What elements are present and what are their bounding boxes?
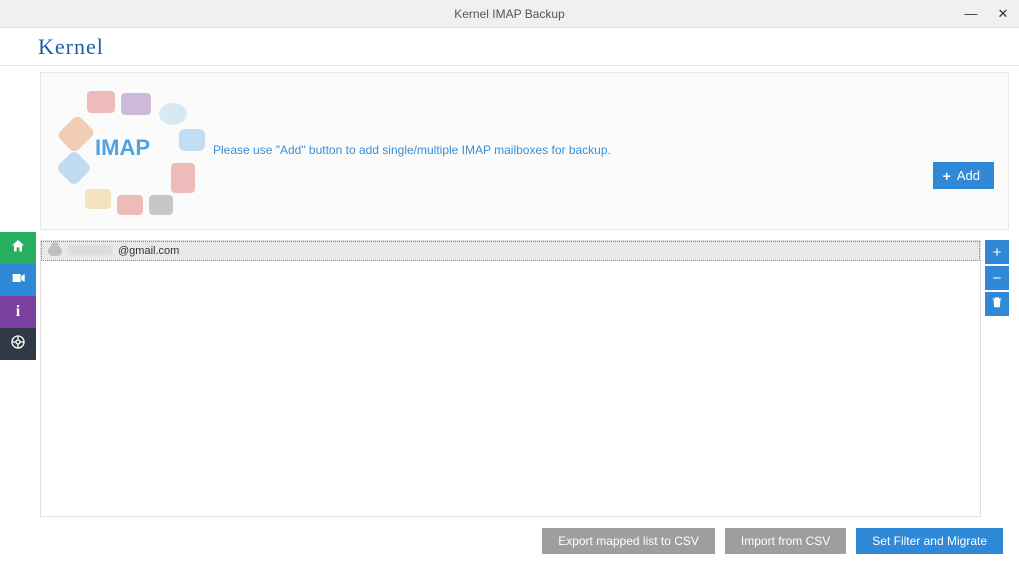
mailbox-row[interactable]: @gmail.com xyxy=(41,241,980,261)
mailbox-username xyxy=(68,245,112,258)
window-controls: — ✕ xyxy=(955,0,1019,27)
list-add-button[interactable]: + xyxy=(985,240,1009,264)
trash-icon xyxy=(990,295,1004,313)
window-title: Kernel IMAP Backup xyxy=(0,7,1019,21)
list-remove-button[interactable]: − xyxy=(985,266,1009,290)
set-filter-migrate-button[interactable]: Set Filter and Migrate xyxy=(856,528,1003,554)
left-nav: i xyxy=(0,66,36,569)
list-delete-button[interactable] xyxy=(985,292,1009,316)
add-button-label: Add xyxy=(957,168,980,183)
help-icon xyxy=(10,334,26,355)
nav-home[interactable] xyxy=(0,232,36,264)
titlebar: Kernel IMAP Backup — ✕ xyxy=(0,0,1019,28)
imap-graphic-label: IMAP xyxy=(95,135,150,161)
minimize-button[interactable]: — xyxy=(955,0,987,27)
list-tools: + − xyxy=(985,240,1009,517)
plus-icon: + xyxy=(993,244,1002,261)
info-panel: IMAP Please use "Add" button to add sing… xyxy=(40,72,1009,230)
video-icon xyxy=(10,270,26,291)
import-csv-button[interactable]: Import from CSV xyxy=(725,528,846,554)
add-button[interactable]: + Add xyxy=(933,162,994,189)
export-csv-button[interactable]: Export mapped list to CSV xyxy=(542,528,715,554)
imap-graphic: IMAP xyxy=(55,85,195,215)
nav-help[interactable] xyxy=(0,328,36,360)
nav-video[interactable] xyxy=(0,264,36,296)
logo-row: Kernel xyxy=(0,28,1019,66)
nav-info[interactable]: i xyxy=(0,296,36,328)
home-icon xyxy=(10,238,26,259)
main-panel: IMAP Please use "Add" button to add sing… xyxy=(36,66,1019,569)
mailbox-domain: @gmail.com xyxy=(118,245,179,257)
close-button[interactable]: ✕ xyxy=(987,0,1019,27)
cloud-icon xyxy=(48,246,62,256)
instruction-text: Please use "Add" button to add single/mu… xyxy=(213,143,611,157)
info-icon: i xyxy=(16,303,20,321)
footer-actions: Export mapped list to CSV Import from CS… xyxy=(40,523,1009,559)
list-area: @gmail.com + − xyxy=(40,240,1009,517)
minus-icon: − xyxy=(993,270,1002,287)
brand-logo: Kernel xyxy=(38,34,104,60)
mailbox-list[interactable]: @gmail.com xyxy=(40,240,981,517)
plus-icon: + xyxy=(943,169,951,183)
